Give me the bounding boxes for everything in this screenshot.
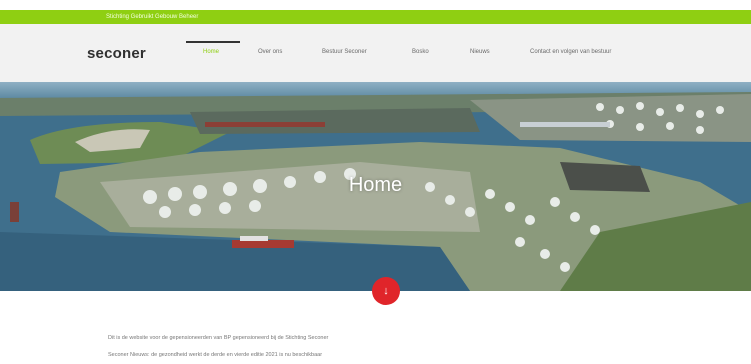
- intro-text: Dit is de website voor de gepensioneerde…: [108, 335, 329, 341]
- top-bar: Stichting Gebruikt Gebouw Beheer: [0, 0, 751, 25]
- site-logo[interactable]: seconer: [87, 45, 146, 62]
- active-nav-indicator: [186, 41, 240, 43]
- nav-home[interactable]: Home: [203, 49, 219, 55]
- header-navbar: seconer Home Over ons Bestuur Seconer Bo…: [0, 24, 751, 82]
- nav-bestuur[interactable]: Bestuur Seconer: [322, 49, 367, 55]
- hero-title: Home: [348, 174, 403, 196]
- arrow-down-icon: ↓: [383, 285, 389, 297]
- nav-over-ons[interactable]: Over ons: [258, 49, 282, 55]
- nav-nieuws[interactable]: Nieuws: [470, 49, 490, 55]
- top-bar-text: Stichting Gebruikt Gebouw Beheer: [106, 14, 199, 20]
- nav-bosko[interactable]: Bosko: [412, 49, 429, 55]
- news-text: Seconer Nieuws: de gezondheid werkt de d…: [108, 352, 323, 358]
- hero-banner: Home: [0, 82, 751, 291]
- scroll-down-button[interactable]: ↓: [372, 277, 400, 305]
- nav-contact[interactable]: Contact en volgen van bestuur: [530, 49, 611, 55]
